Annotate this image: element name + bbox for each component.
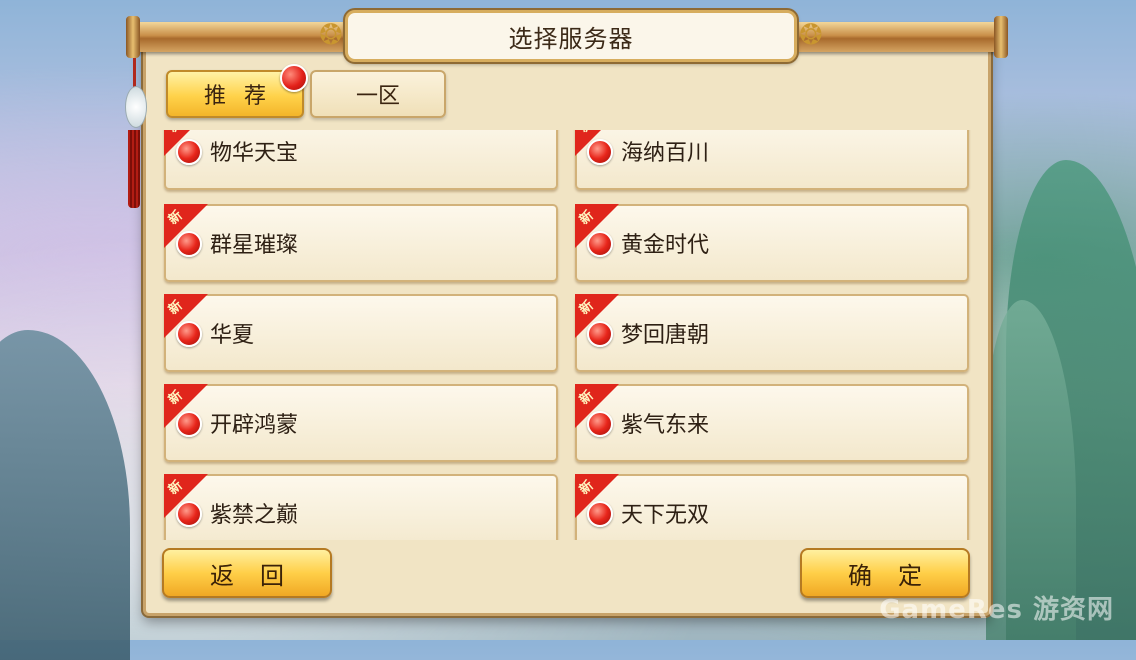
server-status-icon: [176, 231, 202, 257]
server-status-icon: [587, 501, 613, 527]
server-name: 开辟鸿蒙: [210, 413, 299, 438]
title-plate: ❂ 选择服务器 ❂: [319, 10, 823, 62]
server-name: 物华天宝: [210, 141, 299, 166]
server-item[interactable]: 新 天下无双: [575, 474, 969, 540]
rod-cap-left: [126, 16, 140, 58]
server-status-icon: [587, 321, 613, 347]
server-status-icon: [587, 139, 613, 165]
tab-zone-1-label: 一区: [355, 84, 400, 109]
back-button-label: 返回: [210, 561, 310, 590]
server-name: 天下无双: [621, 503, 710, 528]
server-item[interactable]: 新 海纳百川: [575, 130, 969, 190]
server-status-icon: [176, 411, 202, 437]
server-item[interactable]: 新 物华天宝: [164, 130, 558, 190]
page-title: 选择服务器: [508, 24, 634, 53]
watermark: GameRes 游资网: [879, 595, 1114, 625]
server-item[interactable]: 新 紫禁之巅: [164, 474, 558, 540]
server-name: 紫禁之巅: [210, 503, 299, 528]
server-name: 黄金时代: [621, 233, 710, 258]
notification-badge: [280, 64, 308, 92]
server-status-icon: [587, 411, 613, 437]
tab-zone-1[interactable]: 一区: [310, 70, 446, 118]
confirm-button-label: 确定: [848, 561, 948, 590]
server-status-icon: [176, 321, 202, 347]
server-item[interactable]: 新 群星璀璨: [164, 204, 558, 282]
cloud-ornament-icon: ❂: [319, 18, 343, 51]
server-item[interactable]: 新 梦回唐朝: [575, 294, 969, 372]
server-item[interactable]: 新 开辟鸿蒙: [164, 384, 558, 462]
background-mountain-left: [0, 330, 130, 660]
cloud-ornament-icon: ❂: [799, 18, 823, 51]
server-item[interactable]: 新 紫气东来: [575, 384, 969, 462]
server-item[interactable]: 新 黄金时代: [575, 204, 969, 282]
server-name: 海纳百川: [621, 141, 710, 166]
server-status-icon: [176, 139, 202, 165]
server-name: 梦回唐朝: [621, 323, 710, 348]
server-name: 群星璀璨: [210, 233, 299, 258]
server-status-icon: [176, 501, 202, 527]
rod-cap-right: [994, 16, 1008, 58]
back-button[interactable]: 返回: [162, 548, 332, 598]
server-status-icon: [587, 231, 613, 257]
server-name: 华夏: [210, 323, 255, 348]
server-item[interactable]: 新 华夏: [164, 294, 558, 372]
server-list[interactable]: 新 物华天宝 新 海纳百川 新 群星璀璨 新 黄金时代 新 华夏 新 梦回唐朝 …: [158, 130, 980, 540]
tab-recommend-label: 推荐: [203, 84, 284, 109]
jade-tassel-icon: [124, 58, 147, 208]
server-name: 紫气东来: [621, 413, 710, 438]
